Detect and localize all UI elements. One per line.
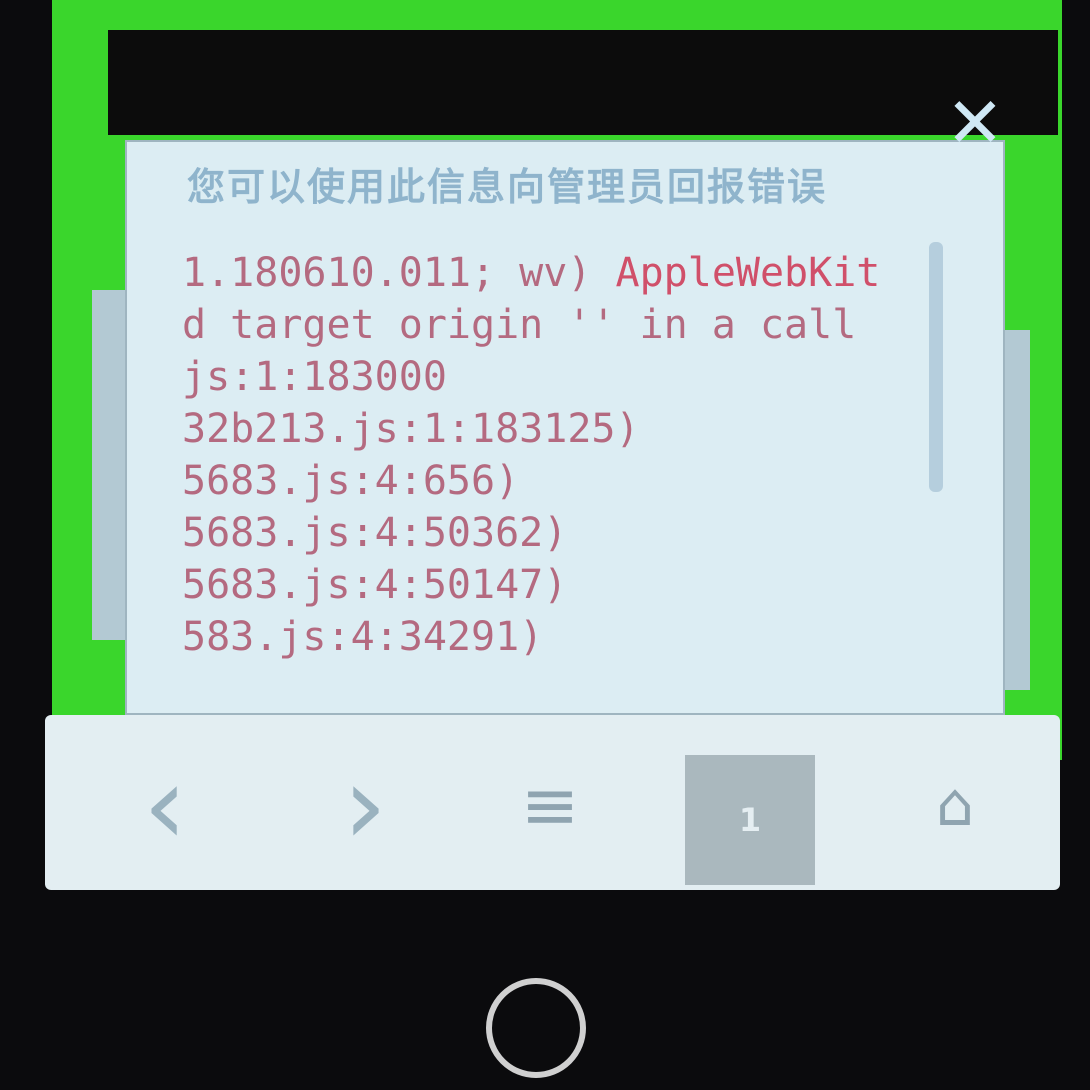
log-line: d target origin '' in a call [182,302,857,348]
log-line: 5683.js:4:50362) [182,510,568,556]
page-number-button[interactable]: 1 [685,755,815,885]
menu-button[interactable]: ≡ [505,745,595,865]
log-line: 5683.js:4:50147) [182,562,568,608]
log-line: 1.180610.011; wv) [182,250,616,296]
home-icon[interactable]: ⌂ [915,745,995,865]
title-bar [108,30,1058,135]
log-line: 32b213.js:1:183125) [182,406,640,452]
back-button[interactable]: ‹ [115,741,215,869]
close-icon[interactable]: ✕ [940,88,1010,158]
log-line: js:1:183000 [182,354,447,400]
log-line: 583.js:4:34291) [182,614,544,660]
log-line: AppleWebKit [615,250,881,296]
bottom-navbar: ‹ › ≡ 1 ⌂ [45,715,1060,890]
scrollbar[interactable] [929,242,943,492]
log-line: 5683.js:4:656) [182,458,520,504]
error-log: 1.180610.011; wv) AppleWebKit d target o… [182,247,880,663]
device-home-button[interactable] [486,978,586,1078]
error-dialog: 您可以使用此信息向管理员回报错误 1.180610.011; wv) Apple… [125,140,1005,715]
dialog-title: 您可以使用此信息向管理员回报错误 [187,165,828,209]
forward-button[interactable]: › [315,741,415,869]
